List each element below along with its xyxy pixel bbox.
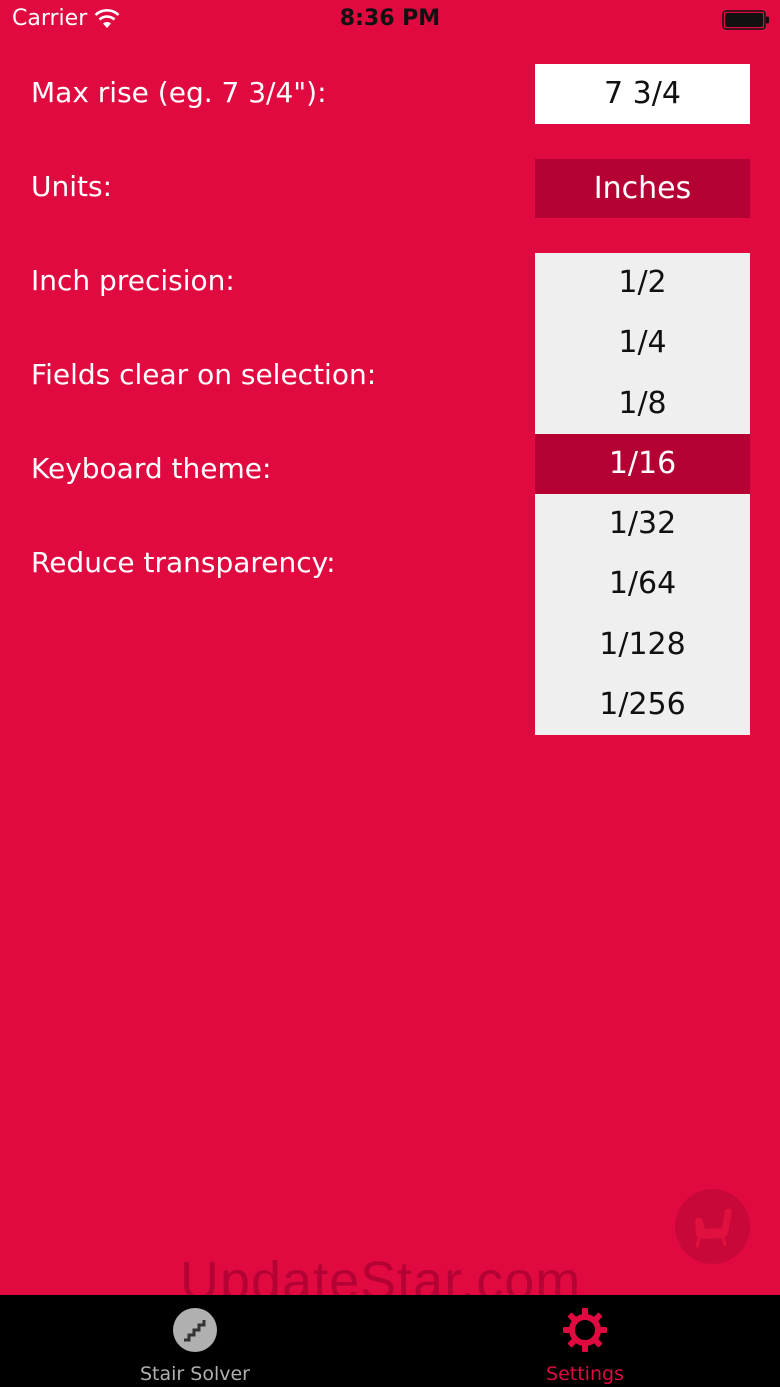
fields-clear-label: Fields clear on selection: [31,358,377,391]
status-bar: Carrier 8:36 PM [0,0,780,40]
precision-option[interactable]: 1/32 [535,494,750,554]
stairs-icon [173,1308,217,1352]
precision-option[interactable]: 1/256 [535,675,750,735]
precision-option[interactable]: 1/2 [535,253,750,313]
theme-toggle-button[interactable] [675,1189,750,1264]
reduce-transparency-label: Reduce transparency: [31,546,336,579]
max-rise-input[interactable]: 7 3/4 [535,64,750,124]
keyboard-theme-label: Keyboard theme: [31,452,272,485]
precision-option[interactable]: 1/128 [535,615,750,675]
units-selector[interactable]: Inches [535,159,750,218]
inch-precision-label: Inch precision: [31,264,235,297]
precision-option[interactable]: 1/4 [535,313,750,373]
tab-label-stair-solver: Stair Solver [140,1363,250,1385]
gear-icon [563,1308,607,1352]
tab-settings[interactable]: Settings [390,1295,780,1387]
precision-option[interactable]: 1/64 [535,554,750,614]
tab-label-settings: Settings [546,1363,624,1385]
precision-option[interactable]: 1/8 [535,374,750,434]
precision-option[interactable]: 1/16 [535,433,750,494]
tab-stair-solver[interactable]: Stair Solver [0,1295,390,1387]
battery-icon [722,10,769,30]
units-label: Units: [31,170,113,203]
inch-precision-picker[interactable]: 1/2 1/4 1/8 1/16 1/32 1/64 1/128 1/256 [535,253,750,735]
tab-bar: Stair Solver Settings [0,1295,780,1387]
status-time: 8:36 PM [339,6,441,31]
max-rise-label: Max rise (eg. 7 3/4"): [31,76,327,109]
chair-icon [695,1208,732,1248]
